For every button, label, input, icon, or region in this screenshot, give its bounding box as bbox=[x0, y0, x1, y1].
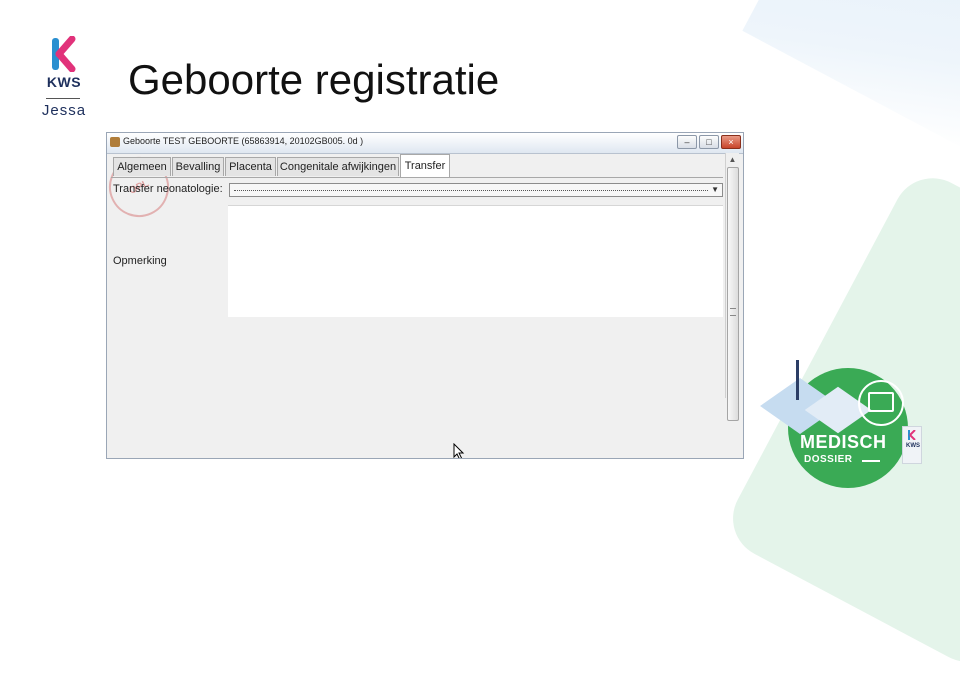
minimize-button[interactable]: – bbox=[677, 135, 697, 149]
kws-mini-logo: KWS bbox=[902, 426, 922, 464]
scrollbar-thumb[interactable] bbox=[727, 167, 739, 421]
tab-bevalling[interactable]: Bevalling bbox=[172, 157, 224, 176]
opmerking-label: Opmerking bbox=[113, 255, 167, 267]
tab-algemeen[interactable]: Algemeen bbox=[113, 157, 171, 176]
tab-placenta[interactable]: Placenta bbox=[225, 157, 276, 176]
folder-icon bbox=[868, 392, 894, 412]
slide-title: Geboorte registratie bbox=[128, 56, 500, 103]
logo-jessa-text: Jessa bbox=[41, 102, 87, 119]
select-focus-dots bbox=[234, 190, 708, 191]
tab-panel-border bbox=[111, 177, 723, 178]
kws-mini-text: KWS bbox=[906, 443, 920, 449]
mouse-cursor-icon bbox=[453, 443, 465, 458]
logo-kws-text: KWS bbox=[46, 74, 82, 90]
scroll-up-icon[interactable]: ▲ bbox=[726, 155, 739, 167]
close-button[interactable]: × bbox=[721, 135, 741, 149]
transfer-neonatologie-label: Transfer neonatologie: bbox=[113, 183, 223, 195]
tab-transfer[interactable]: Transfer bbox=[400, 154, 450, 177]
opmerking-textarea[interactable] bbox=[228, 205, 723, 317]
badge-subtitle: DOSSIER bbox=[804, 454, 853, 465]
medisch-dossier-badge: MEDISCH DOSSIER KWS bbox=[760, 360, 930, 500]
app-icon bbox=[110, 137, 120, 147]
kws-jessa-logo: KWS Jessa bbox=[36, 36, 96, 122]
kws-k-mini-icon bbox=[908, 430, 916, 440]
scroll-grip-icon bbox=[730, 308, 736, 316]
caduceus-icon bbox=[796, 360, 799, 400]
app-window: Geboorte TEST GEBOORTE (65863914, 20102G… bbox=[106, 132, 744, 459]
logo-divider bbox=[46, 98, 80, 99]
tab-congenitale-afwijkingen[interactable]: Congenitale afwijkingen bbox=[277, 157, 399, 176]
badge-title: MEDISCH bbox=[800, 432, 887, 452]
vertical-scrollbar[interactable]: ▲ bbox=[725, 153, 739, 421]
transfer-neonatologie-select[interactable]: ▼ bbox=[229, 183, 723, 197]
window-title: Geboorte TEST GEBOORTE (65863914, 20102G… bbox=[123, 136, 364, 146]
chevron-down-icon[interactable]: ▼ bbox=[711, 185, 719, 194]
badge-underline bbox=[862, 460, 880, 462]
kws-k-icon bbox=[52, 36, 76, 72]
window-titlebar[interactable]: Geboorte TEST GEBOORTE (65863914, 20102G… bbox=[107, 133, 743, 154]
background-shape-top bbox=[742, 0, 960, 153]
maximize-button[interactable]: □ bbox=[699, 135, 719, 149]
